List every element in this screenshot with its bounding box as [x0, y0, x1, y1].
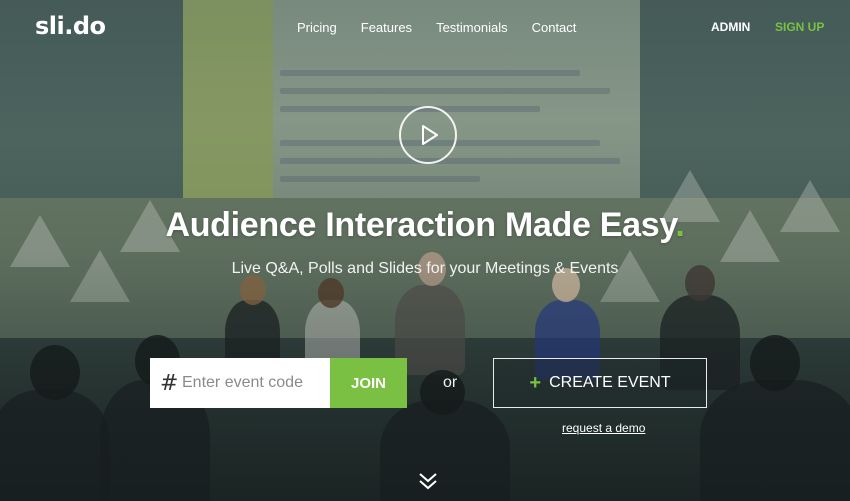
nav-pricing[interactable]: Pricing [297, 20, 337, 35]
main-nav: Pricing Features Testimonials Contact [297, 20, 576, 35]
event-code-field: # [150, 358, 330, 408]
scroll-down-button[interactable] [418, 471, 438, 496]
nav-contact[interactable]: Contact [532, 20, 577, 35]
hero-subline: Live Q&A, Polls and Slides for your Meet… [231, 260, 619, 277]
headline-accent-dot: . [675, 206, 685, 244]
play-icon [422, 125, 438, 145]
hash-icon: # [160, 370, 179, 396]
nav-features[interactable]: Features [361, 20, 412, 35]
or-separator: or [443, 374, 458, 391]
create-event-label: CREATE EVENT [549, 374, 671, 391]
nav-testimonials[interactable]: Testimonials [436, 20, 508, 35]
chevron-double-down-icon [419, 473, 437, 490]
create-event-button[interactable]: + CREATE EVENT [493, 358, 707, 408]
event-code-input[interactable] [182, 374, 322, 392]
request-demo-link[interactable]: request a demo [562, 421, 645, 435]
headline-text: Audience Interaction Made Easy [165, 206, 676, 244]
play-video-button[interactable] [399, 106, 457, 164]
signup-link[interactable]: SIGN UP [775, 20, 824, 34]
hero-background [0, 0, 850, 501]
plus-icon: + [529, 372, 542, 394]
join-button[interactable]: JOIN [330, 358, 407, 408]
hero-headline: Audience Interaction Made Easy. [0, 206, 850, 245]
admin-link[interactable]: ADMIN [711, 20, 750, 34]
slido-logo[interactable]: sli.do [35, 12, 106, 40]
